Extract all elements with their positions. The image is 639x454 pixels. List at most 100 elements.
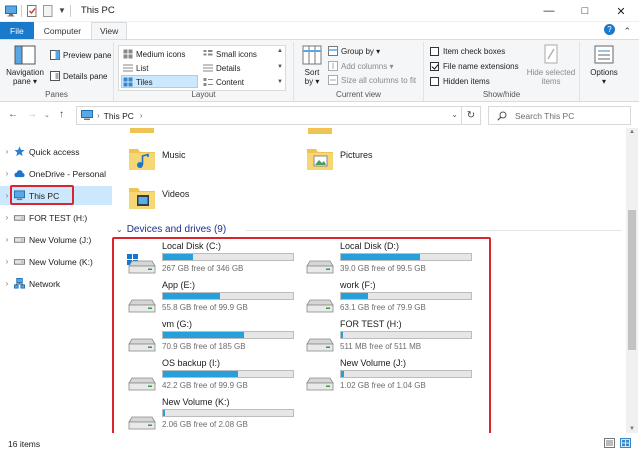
drive-usage-fill <box>341 254 421 260</box>
help-icon[interactable]: ? <box>604 24 615 35</box>
back-button[interactable]: ← <box>8 109 18 120</box>
navigation-pane-icon <box>14 45 36 65</box>
drive-name: FOR TEST (H:) <box>340 319 402 329</box>
size-columns-icon <box>328 75 338 85</box>
file-name-extensions-checkbox[interactable] <box>430 62 439 71</box>
forward-button[interactable]: → <box>27 109 37 120</box>
up-button[interactable]: ↑ <box>59 109 64 120</box>
drive-tile[interactable]: App (E:) 55.8 GB free of 99.9 GB <box>126 280 301 318</box>
address-row: ← → ⌄ ↑ › This PC › ⌄ ↻ Search This PC <box>0 102 639 128</box>
nav-item-new-volume-k[interactable]: › New Volume (K:) <box>0 252 112 271</box>
drive-tile[interactable]: FOR TEST (H:) 511 MB free of 511 MB <box>304 319 479 357</box>
group-by-button[interactable]: Group by ▾ <box>328 46 380 56</box>
current-view-group: Sort by ▾ Group by ▾ Add columns ▾ Size … <box>294 42 424 101</box>
maximize-button[interactable]: □ <box>567 0 603 22</box>
folder-videos[interactable]: Videos <box>128 183 189 211</box>
content-option[interactable]: Content <box>203 77 244 87</box>
properties-icon[interactable] <box>26 4 38 17</box>
drive-name: New Volume (K:) <box>162 397 230 407</box>
medium-icons-option[interactable]: Medium icons <box>123 49 185 59</box>
add-columns-button[interactable]: Add columns ▾ <box>328 61 394 71</box>
hide-selected-items-button[interactable]: Hide selected items <box>524 44 578 86</box>
list-option[interactable]: List <box>123 63 148 73</box>
search-input[interactable]: Search This PC <box>515 111 574 121</box>
drive-icon <box>128 338 156 352</box>
collapse-ribbon-icon[interactable]: ⌃ <box>623 26 631 37</box>
small-icons-option[interactable]: Small icons <box>203 49 257 59</box>
status-bar: 16 items <box>0 433 639 454</box>
preview-pane-button[interactable]: Preview pane <box>50 50 111 60</box>
expand-chevron-icon[interactable]: › <box>0 169 14 178</box>
scrollbar-thumb[interactable] <box>628 210 636 350</box>
details-option[interactable]: Details <box>203 63 240 73</box>
scroll-down-icon[interactable]: ▼ <box>629 426 635 432</box>
details-pane-button[interactable]: Details pane <box>50 71 107 81</box>
nav-item-network[interactable]: › Network <box>0 274 112 293</box>
refresh-button[interactable]: ↻ <box>461 107 480 124</box>
tab-computer[interactable]: Computer <box>34 22 91 39</box>
nav-item-new-volume-j[interactable]: › New Volume (J:) <box>0 230 112 249</box>
hidden-items-checkbox[interactable] <box>430 77 439 86</box>
tab-file[interactable]: File <box>0 22 34 39</box>
cloud-icon <box>14 170 25 178</box>
breadcrumb-this-pc[interactable]: This PC <box>104 111 134 121</box>
drive-icon <box>14 237 25 243</box>
breadcrumb-chevron-icon[interactable]: › <box>97 111 100 120</box>
expand-chevron-icon[interactable]: › <box>0 279 14 288</box>
details-view-icon[interactable] <box>604 438 615 448</box>
options-group: Options ▾ <box>580 42 630 101</box>
panes-group: Navigation pane ▾ Preview pane Details p… <box>0 42 114 101</box>
drive-tile[interactable]: work (F:) 63.1 GB free of 79.9 GB <box>304 280 479 318</box>
drive-free-space: 70.9 GB free of 185 GB <box>162 342 246 351</box>
sort-by-button[interactable]: Sort by ▾ <box>298 44 326 86</box>
large-icons-view-icon[interactable] <box>620 438 631 448</box>
quick-access-toolbar-dropdown-icon[interactable]: ▼ <box>58 6 66 15</box>
item-check-boxes-toggle[interactable]: Item check boxes <box>430 47 505 56</box>
drive-free-space: 511 MB free of 511 MB <box>340 342 422 351</box>
address-bar[interactable]: › This PC › ⌄ ↻ <box>76 106 481 125</box>
tab-view[interactable]: View <box>91 22 128 39</box>
collapse-chevron-icon[interactable]: ⌄ <box>116 225 123 234</box>
expand-chevron-icon[interactable]: › <box>0 147 14 156</box>
recent-locations-icon[interactable]: ⌄ <box>44 111 50 119</box>
layout-gallery: Medium icons Small icons List Details Ti… <box>118 45 286 91</box>
vertical-scrollbar[interactable]: ▲ ▼ <box>626 128 638 433</box>
options-button[interactable]: Options ▾ <box>582 44 626 86</box>
size-all-columns-button[interactable]: Size all columns to fit <box>328 75 416 85</box>
nav-item-onedrive[interactable]: › OneDrive - Personal <box>0 164 112 183</box>
expand-chevron-icon[interactable]: › <box>0 257 14 266</box>
close-button[interactable]: ✕ <box>603 0 639 22</box>
star-icon <box>14 146 25 157</box>
new-folder-icon[interactable] <box>42 4 54 17</box>
drive-tile[interactable]: New Volume (K:) 2.06 GB free of 2.08 GB <box>126 397 301 433</box>
item-check-boxes-checkbox[interactable] <box>430 47 439 56</box>
nav-item-for-test-h[interactable]: › FOR TEST (H:) <box>0 208 112 227</box>
layout-scroll-up-icon[interactable]: ▲ <box>277 48 283 54</box>
title-bar: ▼ This PC — □ ✕ <box>0 0 639 22</box>
folder-pictures[interactable]: Pictures <box>306 144 373 172</box>
devices-and-drives-header[interactable]: ⌄ Devices and drives (9) <box>116 224 226 235</box>
drive-tile[interactable]: Local Disk (C:) 267 GB free of 346 GB <box>126 241 301 279</box>
drive-tile[interactable]: vm (G:) 70.9 GB free of 185 GB <box>126 319 301 357</box>
search-box[interactable]: Search This PC <box>488 106 631 125</box>
layout-more-icon[interactable]: ▼ <box>277 79 283 85</box>
expand-chevron-icon[interactable]: › <box>0 235 14 244</box>
minimize-button[interactable]: — <box>531 0 567 22</box>
layout-scroll-down-icon[interactable]: ▼ <box>277 64 283 70</box>
drive-usage-bar <box>340 292 472 300</box>
expand-chevron-icon[interactable]: › <box>0 213 14 222</box>
folder-music[interactable]: Music <box>128 144 186 172</box>
scroll-up-icon[interactable]: ▲ <box>629 129 635 135</box>
breadcrumb-chevron-icon[interactable]: › <box>140 111 143 120</box>
hidden-items-toggle[interactable]: Hidden items <box>430 77 490 86</box>
sort-by-icon <box>302 45 322 65</box>
ribbon-tabs: File Computer View <box>0 22 639 39</box>
drive-tile[interactable]: Local Disk (D:) 39.0 GB free of 99.5 GB <box>304 241 479 279</box>
address-dropdown-icon[interactable]: ⌄ <box>451 110 458 119</box>
drive-tile[interactable]: OS backup (I:) 42.2 GB free of 99.9 GB <box>126 358 301 396</box>
drive-tile[interactable]: New Volume (J:) 1.02 GB free of 1.04 GB <box>304 358 479 396</box>
file-name-extensions-toggle[interactable]: File name extensions <box>430 62 519 71</box>
tiles-option[interactable]: Tiles <box>123 77 153 87</box>
navigation-pane-button[interactable]: Navigation pane ▾ <box>2 44 48 86</box>
nav-item-quick-access[interactable]: › Quick access <box>0 142 112 161</box>
